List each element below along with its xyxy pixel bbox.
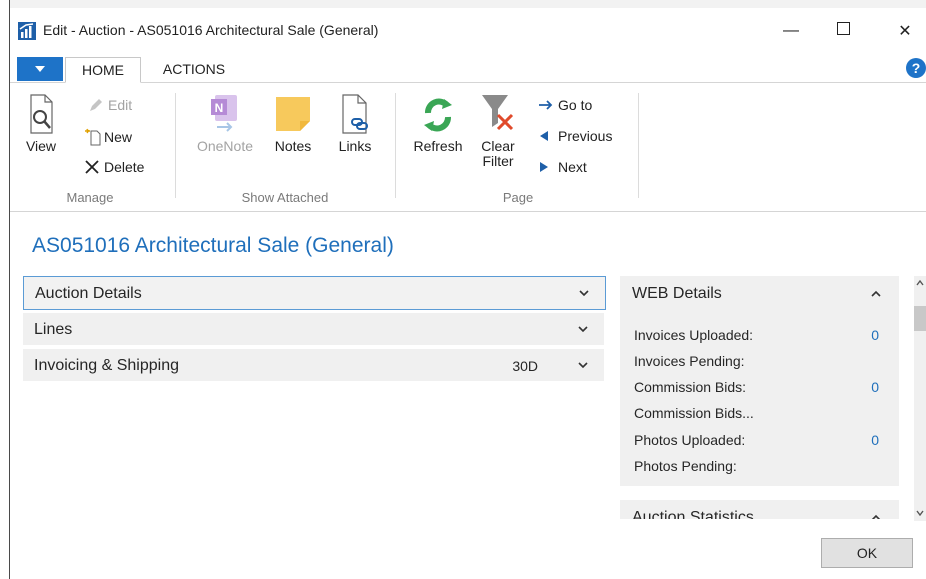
- minimize-button[interactable]: —: [768, 14, 814, 48]
- chevron-down-icon: [578, 322, 588, 336]
- previous-button[interactable]: Previous: [538, 128, 612, 144]
- show-attached-group-label: Show Attached: [241, 190, 329, 205]
- dynamics-nav-logo-icon: [18, 22, 36, 40]
- window-title: Edit - Auction - AS051016 Architectural …: [43, 22, 379, 38]
- svg-text:N: N: [215, 101, 224, 115]
- delete-label: Delete: [104, 159, 145, 175]
- edit-label: Edit: [108, 97, 133, 113]
- manage-group-label: Manage: [66, 190, 114, 205]
- application-menu-button[interactable]: [17, 57, 63, 81]
- refresh-label: Refresh: [413, 138, 463, 154]
- ribbon: View Edit New Delete Manage N OneNote No…: [10, 83, 926, 212]
- fasttab-auction-details[interactable]: Auction Details: [23, 276, 606, 310]
- factbox-field-label: Photos Pending:: [634, 458, 737, 474]
- ribbon-tab-bar: HOME ACTIONS ?: [10, 54, 926, 83]
- factbox-auction-statistics: Auction Statistics: [620, 500, 899, 519]
- tab-home-label: HOME: [82, 62, 124, 78]
- scroll-down-icon[interactable]: [914, 506, 926, 520]
- new-label: New: [104, 129, 133, 145]
- page-group-label: Page: [502, 190, 534, 205]
- new-document-icon: [84, 128, 104, 146]
- delete-button[interactable]: Delete: [84, 159, 144, 175]
- edit-button[interactable]: Edit: [88, 97, 132, 113]
- ok-label: OK: [856, 545, 878, 561]
- clear-filter-label-line2: Filter: [482, 153, 514, 169]
- dropdown-arrow-icon: [35, 66, 45, 72]
- refresh-button[interactable]: Refresh: [408, 93, 468, 154]
- goto-button[interactable]: Go to: [538, 97, 592, 113]
- fasttab-invoicing-shipping[interactable]: Invoicing & Shipping 30D: [23, 349, 604, 381]
- factbox-field-value[interactable]: 0: [871, 432, 879, 448]
- scroll-up-icon[interactable]: [914, 276, 926, 290]
- maximize-button[interactable]: [820, 14, 866, 48]
- links-icon: [342, 94, 368, 134]
- help-icon[interactable]: ?: [906, 58, 926, 78]
- view-icon: [30, 94, 53, 134]
- notes-label: Notes: [274, 138, 312, 154]
- triangle-left-icon: [538, 130, 558, 142]
- view-label: View: [25, 138, 57, 154]
- refresh-icon: [424, 98, 452, 132]
- close-button[interactable]: ✕: [882, 14, 926, 48]
- delete-x-icon: [84, 159, 104, 175]
- factbox-field-value[interactable]: 0: [871, 379, 879, 395]
- clear-filter-button[interactable]: Clear Filter: [472, 93, 524, 169]
- view-button[interactable]: View: [24, 93, 58, 154]
- minimize-icon: —: [783, 22, 799, 39]
- previous-label: Previous: [558, 128, 613, 144]
- fasttab-summary-value: 30D: [512, 358, 538, 374]
- triangle-right-icon: [538, 161, 558, 173]
- factbox-field-label: Invoices Pending:: [634, 353, 745, 369]
- scrollbar-thumb[interactable]: [914, 306, 926, 331]
- page-title: AS051016 Architectural Sale (General): [32, 234, 394, 257]
- factbox-field-label: Commission Bids:: [634, 379, 747, 395]
- background-window-edge: [0, 0, 10, 579]
- onenote-icon: N: [211, 95, 237, 132]
- factbox-field-label: Commission Bids...: [634, 405, 754, 421]
- tab-actions-label: ACTIONS: [162, 61, 226, 77]
- edit-auction-window: Edit - Auction - AS051016 Architectural …: [10, 8, 926, 579]
- maximize-icon: [836, 22, 850, 40]
- factbox-scrollbar[interactable]: [914, 276, 926, 521]
- chevron-up-icon[interactable]: [871, 512, 881, 519]
- close-icon: ✕: [898, 23, 912, 40]
- window-top-edge: [10, 0, 926, 8]
- notes-icon: [276, 97, 310, 131]
- factbox-header: Auction Statistics: [632, 509, 754, 519]
- ribbon-separator: [638, 93, 639, 198]
- factbox-web-details: WEB Details Invoices Uploaded: 0 Invoice…: [620, 276, 899, 486]
- tab-actions[interactable]: ACTIONS: [150, 57, 238, 81]
- goto-label: Go to: [558, 97, 593, 113]
- factbox-field-label: Invoices Uploaded:: [634, 327, 754, 343]
- clear-filter-label-line1: Clear: [481, 138, 515, 154]
- new-button[interactable]: New: [84, 128, 132, 146]
- title-bar[interactable]: Edit - Auction - AS051016 Architectural …: [10, 8, 926, 54]
- factbox-field-value[interactable]: 0: [871, 327, 879, 343]
- fasttab-lines[interactable]: Lines: [23, 313, 604, 345]
- links-button[interactable]: Links: [330, 93, 380, 154]
- links-label: Links: [338, 138, 372, 154]
- factbox-field-label: Photos Uploaded:: [634, 432, 746, 448]
- ok-button[interactable]: OK: [821, 538, 913, 568]
- factbox-header: WEB Details: [632, 285, 722, 302]
- arrow-right-icon: [538, 99, 558, 111]
- next-button[interactable]: Next: [538, 159, 587, 175]
- ribbon-separator: [395, 93, 396, 198]
- ribbon-separator: [175, 93, 176, 198]
- pencil-icon: [88, 97, 108, 113]
- clear-filter-label: Clear Filter: [481, 139, 514, 169]
- fasttab-label: Auction Details: [35, 285, 142, 302]
- next-label: Next: [558, 159, 587, 175]
- chevron-down-icon: [579, 286, 589, 300]
- clear-filter-icon: [482, 95, 514, 131]
- onenote-label: OneNote: [196, 138, 254, 154]
- notes-button[interactable]: Notes: [268, 93, 318, 154]
- tab-home[interactable]: HOME: [65, 57, 141, 83]
- chevron-up-icon[interactable]: [871, 288, 881, 300]
- fasttab-label: Invoicing & Shipping: [34, 357, 179, 374]
- onenote-button[interactable]: N OneNote: [190, 93, 260, 154]
- fasttab-label: Lines: [34, 321, 73, 338]
- chevron-down-icon: [578, 358, 588, 372]
